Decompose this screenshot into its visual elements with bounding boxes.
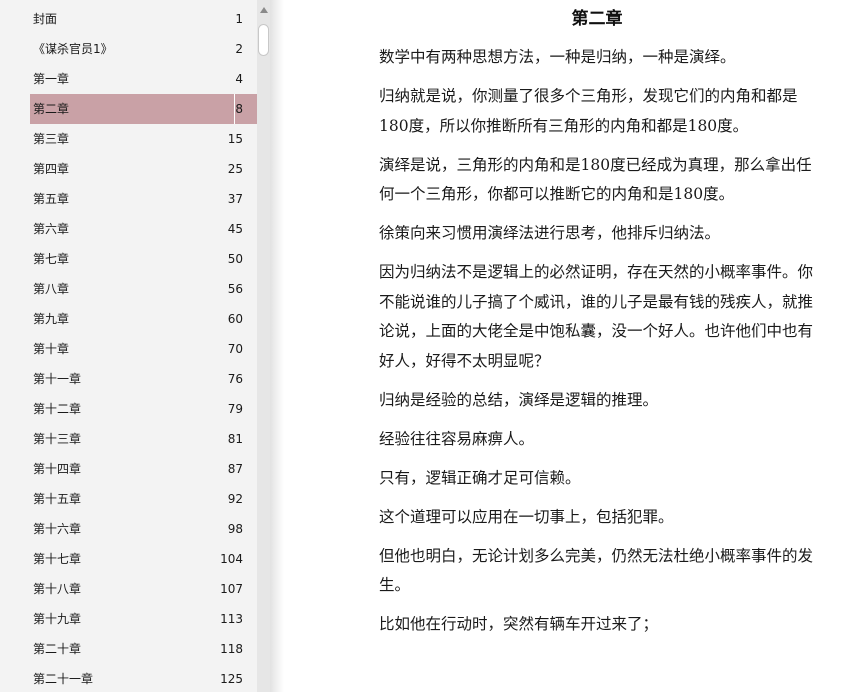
- toc-item-page: 87: [227, 462, 243, 476]
- toc-item-page: 56: [227, 282, 243, 296]
- panel-divider[interactable]: [270, 0, 284, 692]
- toc-item-title: 第一章: [33, 72, 70, 86]
- toc-item-page: 25: [227, 162, 243, 176]
- toc-item-page: 4: [235, 72, 243, 86]
- toc-item[interactable]: 第十二章 79: [0, 394, 257, 424]
- toc-item-title: 第十五章: [33, 492, 82, 506]
- toc-item-page: 107: [220, 582, 243, 596]
- paragraph: 演绎是说，三角形的内角和是180度已经成为真理，那么拿出任何一个三角形，你都可以…: [379, 155, 812, 204]
- toc-item-title: 第二十一章: [33, 672, 94, 686]
- toc-item[interactable]: 封面 1: [0, 4, 257, 34]
- toc-item[interactable]: 第二十一章 125: [0, 664, 257, 692]
- toc-item-page: 79: [227, 402, 243, 416]
- paragraph: 只有，逻辑正确才足可信赖。: [379, 468, 581, 487]
- paragraph: 经验往往容易麻痹人。: [379, 429, 535, 448]
- toc-item-title: 第十四章: [33, 462, 82, 476]
- toc-scrollbar[interactable]: [257, 0, 270, 692]
- toc-item-page: 92: [227, 492, 243, 506]
- toc-item[interactable]: 第十五章 92: [0, 484, 257, 514]
- toc-item[interactable]: 第三章 15: [0, 124, 257, 154]
- toc-item-title: 第十八章: [33, 582, 82, 596]
- toc-item-page: 45: [227, 222, 243, 236]
- toc-item-page: 113: [220, 612, 243, 626]
- paragraph: 归纳是经验的总结，演绎是逻辑的推理。: [379, 390, 659, 409]
- toc-item[interactable]: 第十六章 98: [0, 514, 257, 544]
- toc-item[interactable]: 第五章 37: [0, 184, 257, 214]
- toc-item[interactable]: 第二十章 118: [0, 634, 257, 664]
- toc-item-title: 第六章: [33, 222, 70, 236]
- toc-item-title: 第十六章: [33, 522, 82, 536]
- toc-item-title: 第十二章: [33, 402, 82, 416]
- chapter-body: 数学中有两种思想方法，一种是归纳，一种是演绎。归纳就是说，你测量了很多个三角形，…: [379, 43, 819, 649]
- toc-item-page: 2: [235, 42, 243, 56]
- toc-sidebar: 封面 1 《谋杀官员1》 2 第一章 4 第二章 8 第三章 15 第四章 25 第五章 37 第六章 45 第…: [0, 0, 257, 692]
- paragraph: 归纳就是说，你测量了很多个三角形，发现它们的内角和都是180度，所以你推断所有三…: [379, 87, 798, 135]
- toc-item[interactable]: 第二章 8: [30, 94, 257, 124]
- toc-item-title: 《谋杀官员1》: [33, 42, 113, 56]
- toc-item-page: 98: [227, 522, 243, 536]
- chapter-title: 第二章: [571, 9, 623, 29]
- toc-item-title: 第八章: [33, 282, 70, 296]
- toc-item-title: 第十一章: [33, 372, 82, 386]
- toc-item[interactable]: 第十三章 81: [0, 424, 257, 454]
- toc-item[interactable]: 第六章 45: [0, 214, 257, 244]
- toc-item[interactable]: 第十九章 113: [0, 604, 257, 634]
- toc-item-title: 第二章: [33, 102, 70, 116]
- toc-item-title: 第七章: [33, 252, 70, 266]
- toc-item[interactable]: 第七章 50: [0, 244, 257, 274]
- toc-item[interactable]: 第十一章 76: [0, 364, 257, 394]
- toc-item-title: 第九章: [33, 312, 70, 326]
- toc-item-title: 第五章: [33, 192, 70, 206]
- toc-item-page: 8: [235, 102, 243, 116]
- toc-list: 封面 1 《谋杀官员1》 2 第一章 4 第二章 8 第三章 15 第四章 25 第五章 37 第六章 45 第…: [0, 4, 257, 692]
- toc-item-page: 60: [227, 312, 243, 326]
- toc-item[interactable]: 第十章 70: [0, 334, 257, 364]
- toc-item[interactable]: 第十四章 87: [0, 454, 257, 484]
- toc-item-title: 第十章: [33, 342, 70, 356]
- toc-item-page: 50: [227, 252, 243, 266]
- toc-item-page: 118: [220, 642, 243, 656]
- reader-pane: 第二章 数学中有两种思想方法，一种是归纳，一种是演绎。归纳就是说，你测量了很多个…: [284, 0, 847, 692]
- paragraph: 这个道理可以应用在一切事上，包括犯罪。: [379, 507, 674, 526]
- toc-item[interactable]: 第一章 4: [0, 64, 257, 94]
- toc-item-page: 15: [227, 132, 243, 146]
- toc-item-page: 37: [227, 192, 243, 206]
- toc-item-title: 封面: [33, 12, 58, 26]
- toc-item-title: 第三章: [33, 132, 70, 146]
- toc-item-page: 70: [227, 342, 243, 356]
- toc-item-title: 第二十章: [33, 642, 82, 656]
- toc-item-page: 76: [227, 372, 243, 386]
- toc-item-page: 81: [227, 432, 243, 446]
- triangle-up-icon: [259, 7, 268, 13]
- paragraph: 徐策向来习惯用演绎法进行思考，他排斥归纳法。: [379, 224, 721, 242]
- toc-item[interactable]: 《谋杀官员1》 2: [0, 34, 257, 64]
- toc-item-page: 125: [220, 672, 243, 686]
- toc-item-page: 1: [235, 12, 243, 26]
- toc-item[interactable]: 第十七章 104: [0, 544, 257, 574]
- paragraph: 因为归纳法不是逻辑上的必然证明，存在天然的小概率事件。你不能说谁的儿子搞了个威讯…: [379, 263, 814, 370]
- toc-item[interactable]: 第四章 25: [0, 154, 257, 184]
- paragraph: 但他也明白，无论计划多么完美，仍然无法杜绝小概率事件的发生。: [379, 546, 814, 595]
- toc-item-title: 第十七章: [33, 552, 82, 566]
- toc-item-title: 第四章: [33, 162, 70, 176]
- toc-item-title: 第十九章: [33, 612, 82, 626]
- toc-item-title: 第十三章: [33, 432, 82, 446]
- scroll-up-button[interactable]: [257, 3, 270, 17]
- toc-item[interactable]: 第九章 60: [0, 304, 257, 334]
- toc-item[interactable]: 第八章 56: [0, 274, 257, 304]
- paragraph: 比如他在行动时，突然有辆车开过来了；: [379, 615, 659, 633]
- paragraph: 数学中有两种思想方法，一种是归纳，一种是演绎。: [379, 48, 736, 66]
- toc-item-page: 104: [220, 552, 243, 566]
- toc-item[interactable]: 第十八章 107: [0, 574, 257, 604]
- scroll-thumb[interactable]: [258, 24, 269, 56]
